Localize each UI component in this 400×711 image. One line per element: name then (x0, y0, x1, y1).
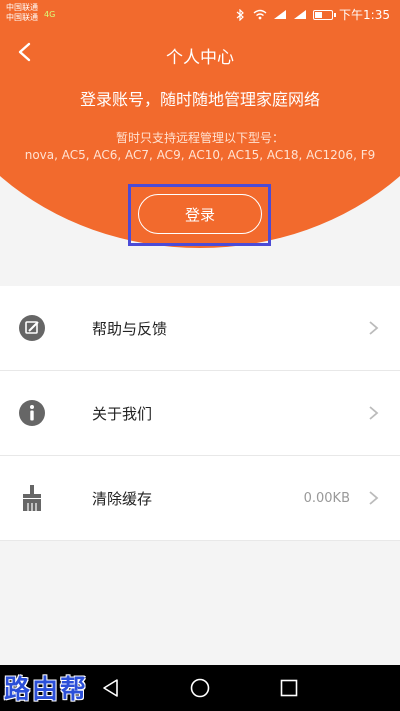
carrier-1: 中国联通 (6, 3, 38, 12)
chevron-right-icon (369, 321, 379, 335)
support-note: 暂时只支持远程管理以下型号： (115, 131, 284, 145)
status-bar: 中国联通 中国联通 4G 下午1:35 (0, 0, 400, 28)
chevron-right-icon (369, 491, 379, 505)
profile-header: 个人中心 登录账号，随时随地管理家庭网络 暂时只支持远程管理以下型号： nova… (0, 28, 400, 258)
chevron-right-icon (369, 406, 379, 420)
menu-item-help-feedback[interactable]: 帮助与反馈 (0, 286, 400, 371)
signal-2-icon (293, 9, 307, 21)
battery-icon (313, 9, 337, 20)
cache-size-value: 0.00KB (303, 490, 350, 506)
status-time: 下午1:35 (339, 8, 390, 22)
supported-models: nova, AC5, AC6, AC7, AC9, AC10, AC15, AC… (24, 148, 376, 162)
menu-item-clear-cache[interactable]: 清除缓存 0.00KB (0, 456, 400, 541)
carrier-info: 中国联通 中国联通 (6, 3, 38, 23)
nav-home-icon[interactable] (189, 677, 211, 699)
watermark-logo: 路 由 帮 (4, 667, 86, 707)
info-icon (19, 400, 45, 426)
broom-icon (23, 485, 41, 511)
menu-list: 帮助与反馈 关于我们 清除缓存 0.00KB (0, 286, 400, 541)
network-badge: 4G (44, 10, 56, 19)
bluetooth-icon (233, 8, 247, 21)
page-title: 个人中心 (166, 48, 234, 68)
nav-back-icon[interactable] (100, 677, 122, 699)
feedback-edit-icon (19, 315, 45, 341)
login-tagline: 登录账号，随时随地管理家庭网络 (79, 90, 320, 109)
menu-item-label: 关于我们 (92, 404, 153, 423)
watermark-char: 帮 (60, 674, 87, 705)
login-button[interactable]: 登录 (138, 194, 262, 234)
nav-recents-icon[interactable] (278, 677, 300, 699)
signal-icon (273, 9, 287, 21)
menu-item-about-us[interactable]: 关于我们 (0, 371, 400, 456)
menu-item-label: 清除缓存 (92, 489, 153, 508)
carrier-2: 中国联通 (6, 13, 38, 22)
watermark-char: 路 (4, 674, 31, 705)
wifi-icon (253, 9, 267, 21)
watermark-char: 由 (32, 674, 59, 705)
status-icons: 下午1:35 (233, 6, 390, 23)
menu-item-label: 帮助与反馈 (92, 319, 168, 338)
